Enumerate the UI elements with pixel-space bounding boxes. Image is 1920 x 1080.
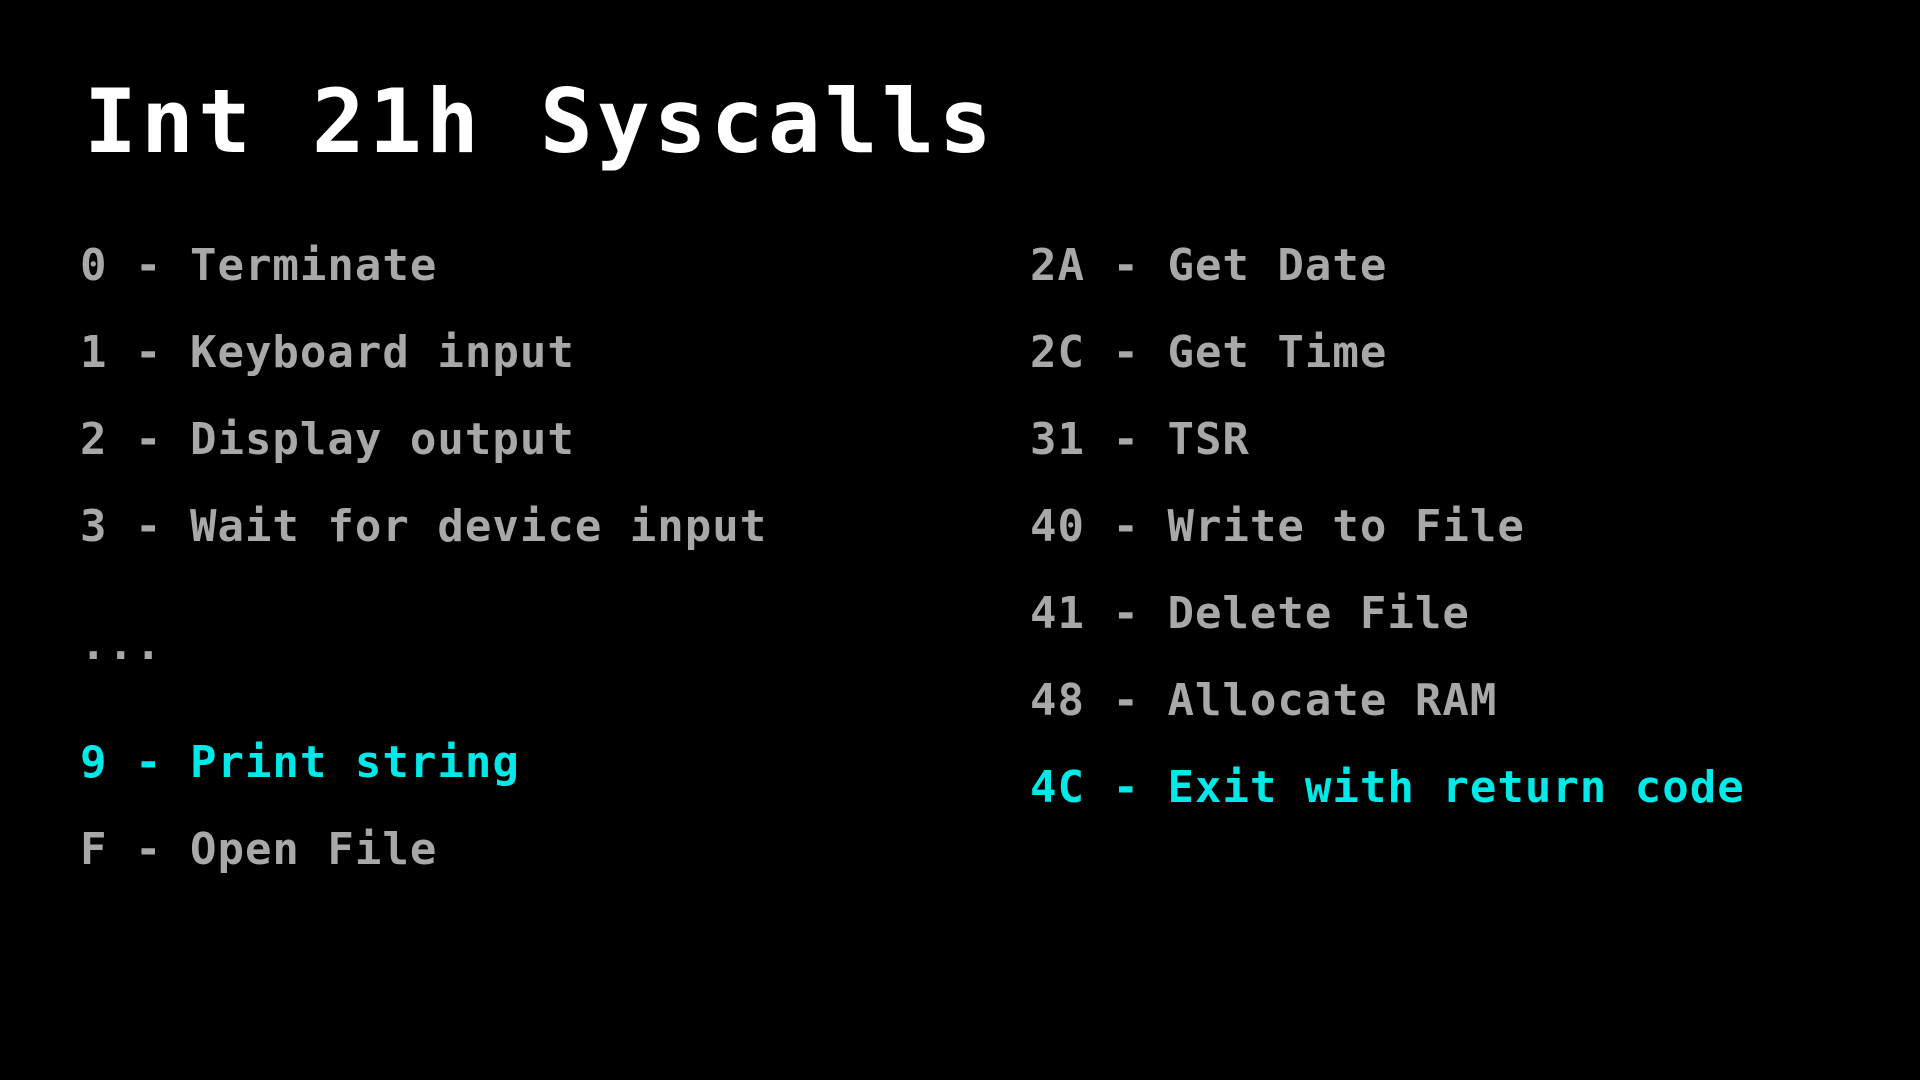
list-item: 2C - Get Time: [1030, 327, 1388, 378]
list-item: 31 - TSR: [1030, 414, 1250, 465]
list-item-highlighted: 4C - Exit with return code: [1030, 762, 1745, 813]
list-item: 0 - Terminate: [80, 240, 438, 291]
list-item: 3 - Wait for device input: [80, 501, 768, 552]
syscall-column-right: 2A - Get Date 2C - Get Time 31 - TSR 40 …: [1030, 238, 1850, 816]
slide-canvas: Int 21h Syscalls 0 - Terminate 1 - Keybo…: [0, 0, 1920, 1080]
syscall-list: 0 - Terminate 1 - Keyboard input 2 - Dis…: [0, 238, 1920, 998]
list-item: 2A - Get Date: [1030, 240, 1388, 291]
syscall-column-left: 0 - Terminate 1 - Keyboard input 2 - Dis…: [80, 238, 800, 878]
list-item: 2 - Display output: [80, 414, 575, 465]
list-item: 1 - Keyboard input: [80, 327, 575, 378]
list-item-ellipsis: ...: [80, 619, 163, 670]
list-item-highlighted: 9 - Print string: [80, 737, 520, 788]
page-title: Int 21h Syscalls: [84, 70, 996, 173]
list-item: 41 - Delete File: [1030, 588, 1470, 639]
list-item: 40 - Write to File: [1030, 501, 1525, 552]
list-item: F - Open File: [80, 824, 438, 875]
list-item: 48 - Allocate RAM: [1030, 675, 1498, 726]
